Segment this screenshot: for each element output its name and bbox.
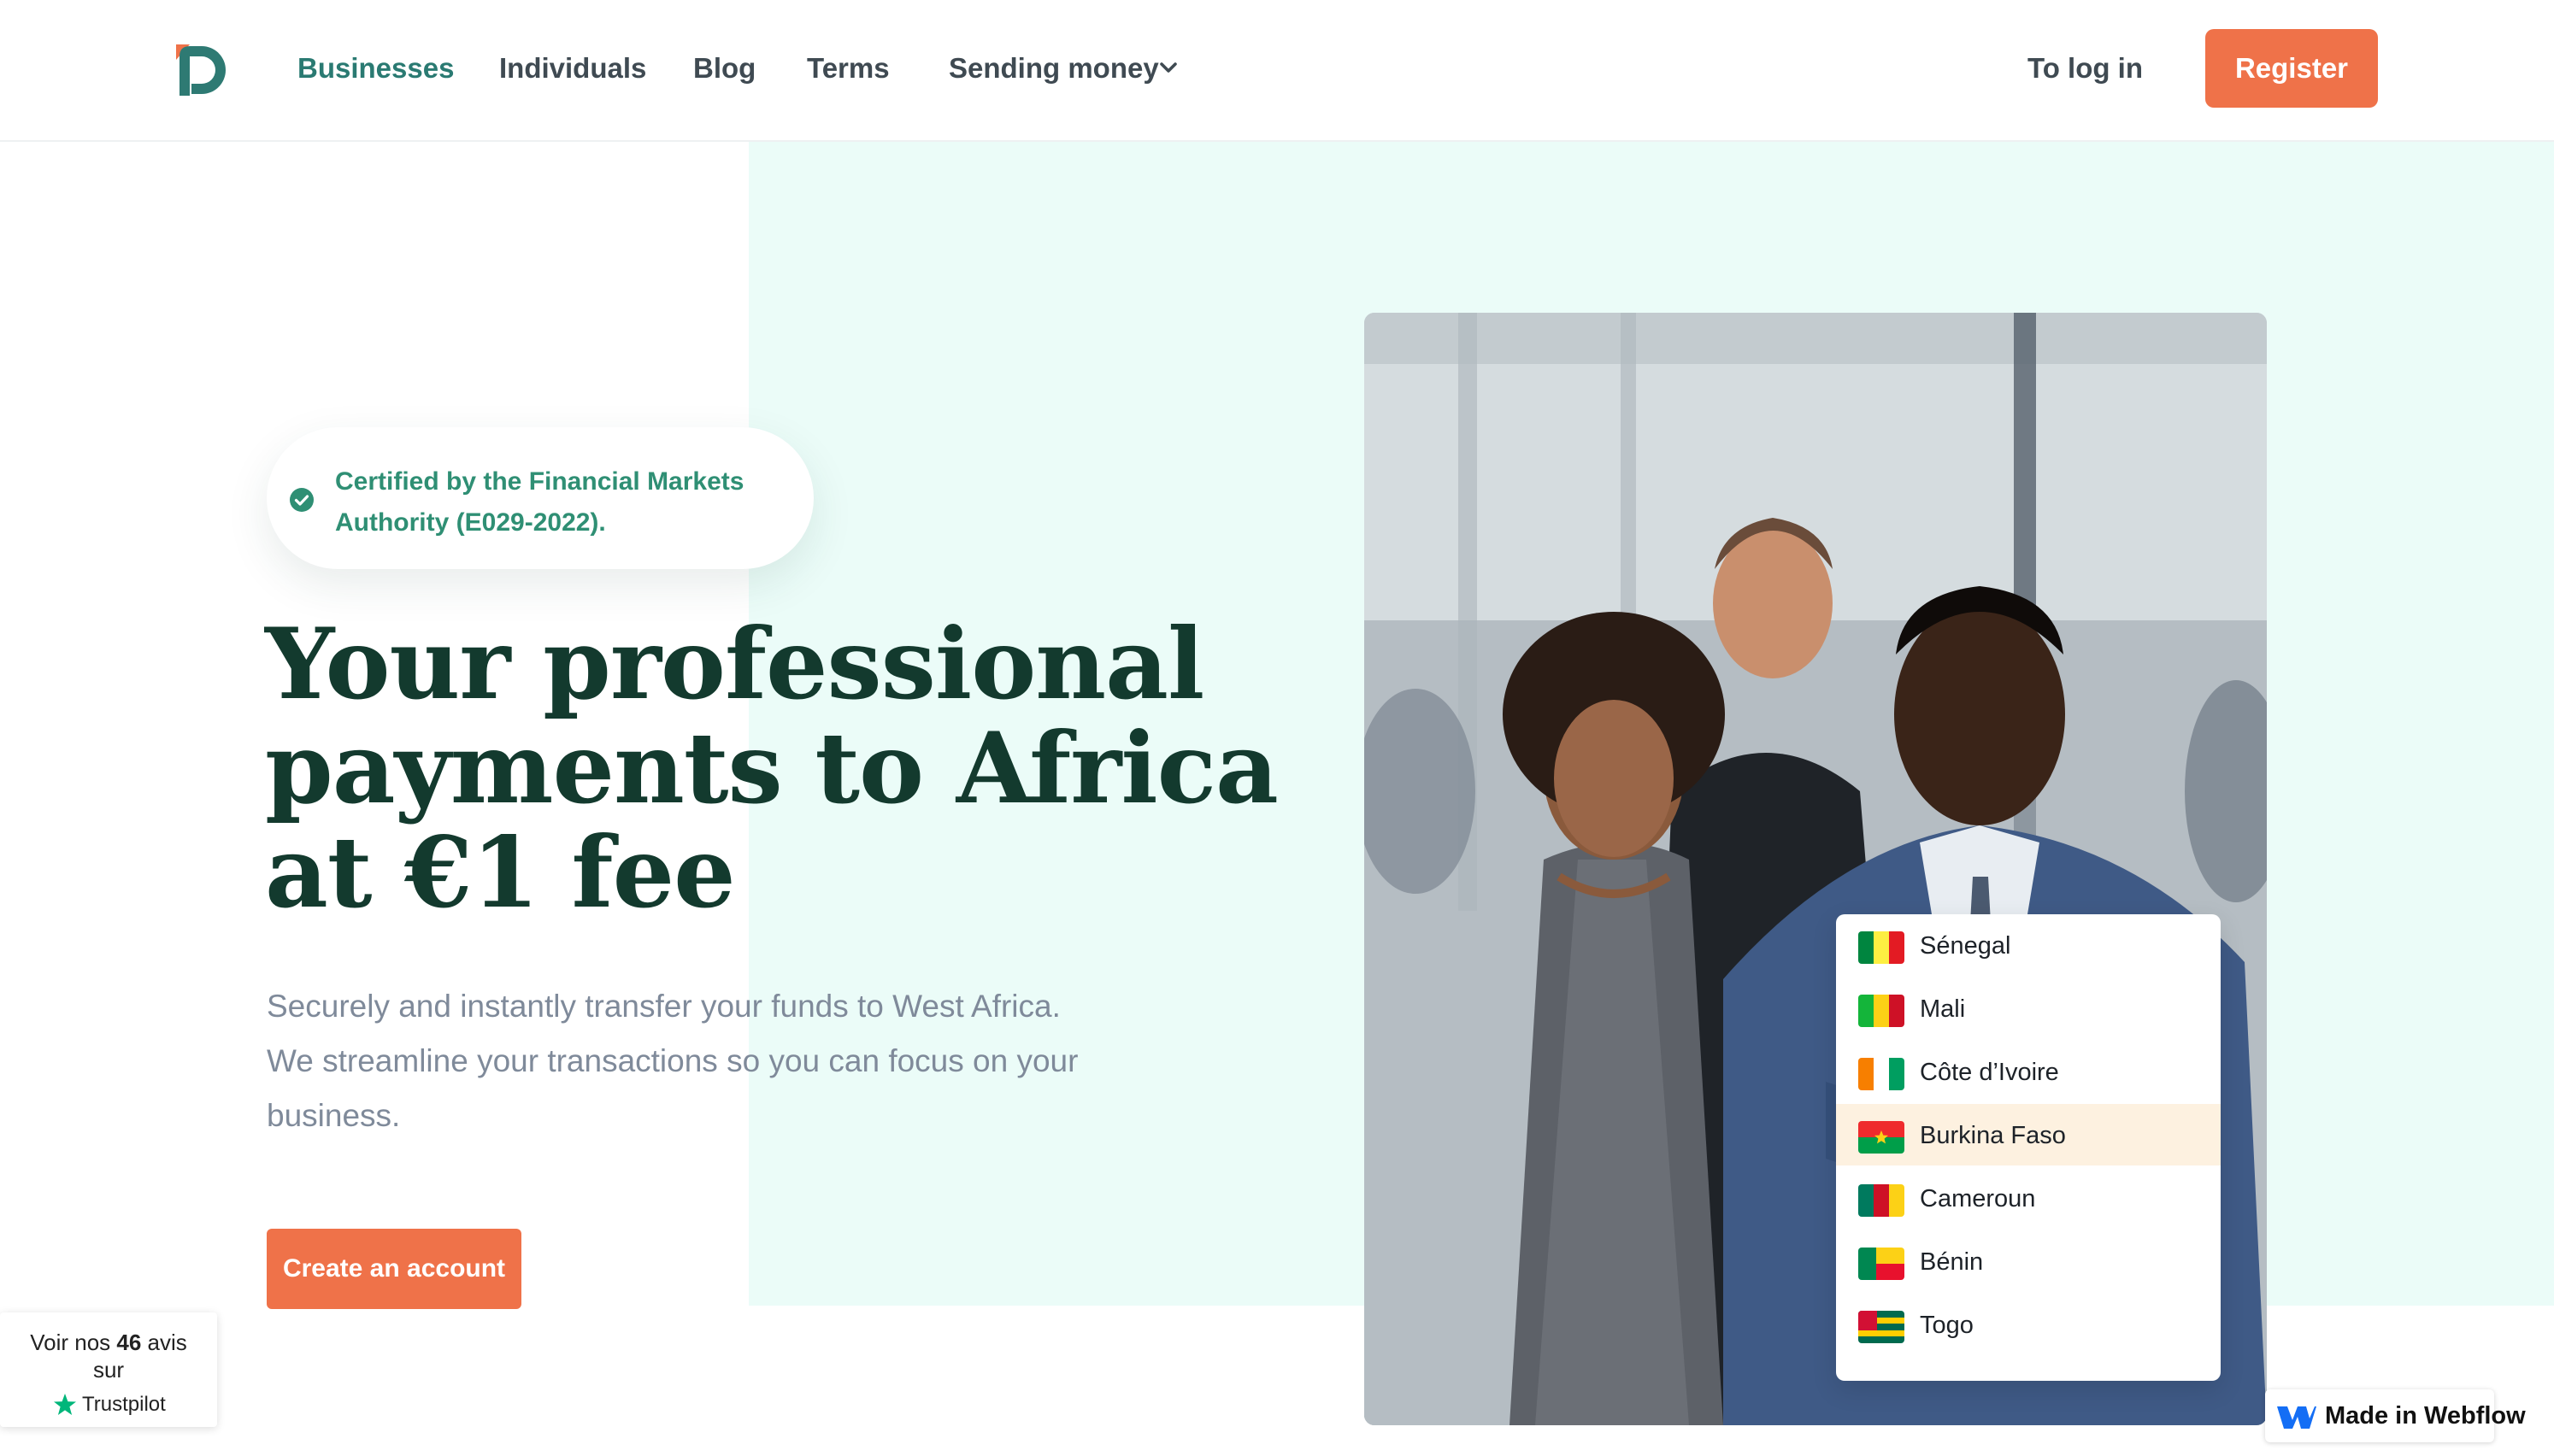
country-item-cote-divoire[interactable]: Côte d’Ivoire xyxy=(1836,1041,2221,1102)
check-circle-icon xyxy=(290,488,314,512)
cote-divoire-flag-icon xyxy=(1858,1058,1904,1090)
nav-blog[interactable]: Blog xyxy=(693,50,756,87)
country-name: Mali xyxy=(1920,995,1966,1023)
mali-flag-icon xyxy=(1858,995,1904,1027)
senegal-flag-icon xyxy=(1858,931,1904,964)
trustpilot-count: 46 xyxy=(116,1330,142,1355)
certification-badge: Certified by the Financial Markets Autho… xyxy=(267,427,814,569)
country-list: Sénegal Mali Côte d’Ivoire Burkina Faso … xyxy=(1836,914,2221,1381)
country-item-cameroun[interactable]: Cameroun xyxy=(1836,1167,2221,1229)
country-item-benin[interactable]: Bénin xyxy=(1836,1230,2221,1292)
webflow-logo-icon xyxy=(2277,1406,2316,1429)
country-name: Cameroun xyxy=(1920,1185,2036,1212)
country-name: Burkina Faso xyxy=(1920,1122,2066,1149)
country-name: Côte d’Ivoire xyxy=(1920,1059,2059,1086)
country-name: Bénin xyxy=(1920,1248,1984,1276)
cameroun-flag-icon xyxy=(1858,1184,1904,1217)
country-item-togo[interactable]: Togo xyxy=(1836,1294,2221,1355)
trustpilot-brand: Trustpilot xyxy=(82,1393,166,1416)
trustpilot-line2: sur xyxy=(92,1357,125,1383)
country-name: Sénegal xyxy=(1920,932,2011,960)
logo-icon[interactable] xyxy=(171,39,231,99)
country-item-burkina-faso[interactable]: Burkina Faso xyxy=(1836,1104,2221,1165)
trustpilot-prefix: Voir nos xyxy=(30,1330,111,1355)
star-icon xyxy=(54,1394,76,1415)
trustpilot-review-text: Voir nos 46 avis xyxy=(0,1330,217,1355)
webflow-badge-text: Made in Webflow xyxy=(2325,1402,2526,1430)
nav-sending-money[interactable]: Sending money xyxy=(949,50,1159,87)
benin-flag-icon xyxy=(1858,1248,1904,1280)
hero-headline: Your professional payments to Africa at … xyxy=(265,607,1279,930)
register-button[interactable]: Register xyxy=(2205,29,2378,108)
nav-businesses[interactable]: Businesses xyxy=(297,50,454,87)
country-item-mali[interactable]: Mali xyxy=(1836,978,2221,1039)
burkina-faso-flag-icon xyxy=(1858,1121,1904,1154)
country-name: Togo xyxy=(1920,1312,1974,1339)
togo-flag-icon xyxy=(1858,1311,1904,1343)
country-item-senegal[interactable]: Sénegal xyxy=(1836,914,2221,976)
trustpilot-logo: Trustpilot xyxy=(53,1391,166,1418)
chevron-down-icon[interactable] xyxy=(1157,56,1180,79)
certification-text: Certified by the Financial Markets Autho… xyxy=(335,467,744,537)
trustpilot-suffix: avis xyxy=(147,1330,187,1355)
trustpilot-widget[interactable]: Voir nos 46 avis sur Trustpilot xyxy=(0,1312,217,1427)
site-header: Businesses Individuals Blog Terms Sendin… xyxy=(0,0,2554,142)
nav-individuals[interactable]: Individuals xyxy=(499,50,646,87)
nav-terms[interactable]: Terms xyxy=(807,50,890,87)
made-in-webflow-badge[interactable]: Made in Webflow xyxy=(2265,1389,2526,1442)
create-account-button[interactable]: Create an account xyxy=(267,1229,521,1309)
login-link[interactable]: To log in xyxy=(2027,50,2143,87)
hero-subtext: Securely and instantly transfer your fun… xyxy=(267,989,1079,1133)
